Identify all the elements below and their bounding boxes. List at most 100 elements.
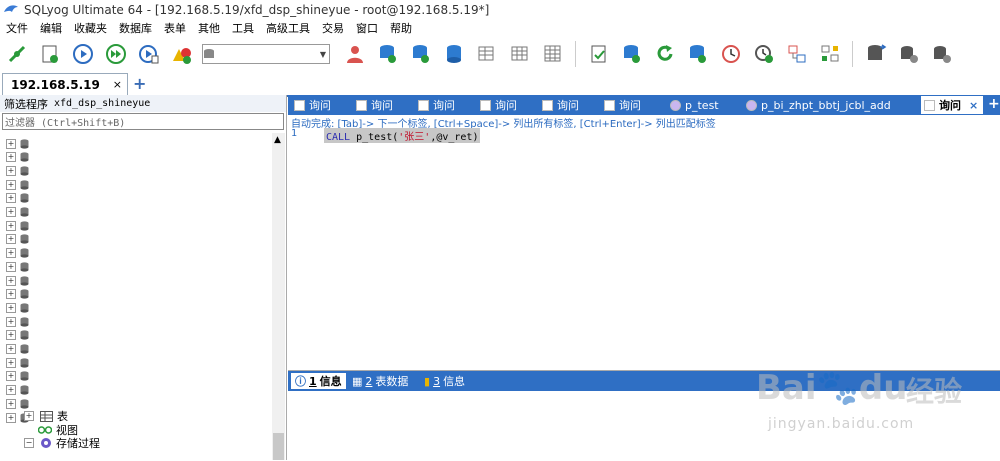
add-query-tab-button[interactable]: + [988,96,1000,112]
new-query-icon[interactable] [39,43,61,65]
menu-tools[interactable]: 工具 [226,20,260,36]
tree-database-row[interactable]: + [6,233,29,246]
tab-messages-1[interactable]: ⓘ 1 信息 [291,373,346,389]
close-icon[interactable]: × [969,99,978,112]
expand-icon[interactable]: + [6,248,16,259]
code-line[interactable]: CALL p_test('张三',@v_ret) [324,128,481,143]
tab-query[interactable]: 询问 [542,95,579,115]
tree-database-row[interactable]: + [6,247,29,260]
table-schema-icon[interactable] [476,43,498,65]
expand-icon[interactable]: + [6,207,16,217]
database-import-icon[interactable] [865,43,887,65]
expand-icon[interactable]: + [6,220,16,231]
expand-icon[interactable]: + [6,138,16,149]
expand-icon[interactable]: + [6,289,16,300]
expand-icon[interactable]: + [6,261,16,272]
menu-other[interactable]: 其他 [192,20,226,36]
refresh-icon[interactable] [654,43,676,65]
connection-tab[interactable]: 192.168.5.19 × [2,73,128,95]
menu-window[interactable]: 窗口 [350,20,384,36]
tree-database-row[interactable]: + [6,370,29,383]
expand-icon[interactable]: + [6,385,16,396]
tree-database-row[interactable]: + [6,219,29,232]
tree-database-row[interactable]: + [6,329,29,342]
database-stack-icon[interactable] [443,43,465,65]
tree-database-row[interactable]: + [6,301,29,314]
backup-database-icon[interactable] [410,43,432,65]
tree-database-row[interactable]: + [6,356,29,369]
tab-table-data[interactable]: ▦ 2 表数据 [352,373,408,389]
tree-node-tables[interactable]: + 表 [24,409,68,423]
expand-icon[interactable]: + [6,371,16,382]
user-manager-icon[interactable] [344,43,366,65]
menu-table[interactable]: 表单 [158,20,192,36]
expand-icon[interactable]: + [6,179,16,190]
expand-icon[interactable]: + [6,165,16,176]
close-icon[interactable]: × [113,78,122,91]
tree-scrollbar[interactable]: ▲ [272,133,285,460]
tab-query[interactable]: 询问 [418,95,455,115]
schema-shapes-icon[interactable] [171,43,193,65]
expand-icon[interactable]: + [6,234,16,245]
database-compare-icon[interactable] [898,43,920,65]
table-data-icon[interactable] [542,43,564,65]
tab-procedure-bbtj[interactable]: p_bi_zhpt_bbtj_jcbl_add [746,95,891,115]
menu-favorites[interactable]: 收藏夹 [68,20,113,36]
tab-messages-3[interactable]: ▮ 3 信息 [424,373,465,389]
schema-designer-icon[interactable] [786,43,808,65]
expand-icon[interactable]: + [6,152,16,163]
tab-query[interactable]: 询问 [480,95,517,115]
tree-database-row[interactable]: + [6,151,29,164]
expand-icon[interactable]: + [6,275,16,286]
import-database-icon[interactable] [687,43,709,65]
expand-icon[interactable]: + [6,357,16,368]
collapse-icon[interactable]: − [24,438,34,448]
query-builder-icon[interactable] [819,43,841,65]
tree-database-row[interactable]: + [6,315,29,328]
menu-file[interactable]: 文件 [0,20,34,36]
menu-advanced-tools[interactable]: 高级工具 [260,20,316,36]
query-editor[interactable]: 自动完成: [Tab]-> 下一个标签, [Ctrl+Space]-> 列出所有… [288,115,1000,370]
expand-icon[interactable]: + [6,330,16,341]
scroll-up-icon[interactable]: ▲ [274,135,281,145]
expand-icon[interactable]: + [6,316,16,327]
menu-database[interactable]: 数据库 [113,20,158,36]
sync-database-icon[interactable] [621,43,643,65]
tree-database-row[interactable]: + [6,288,29,301]
menu-edit[interactable]: 编辑 [34,20,68,36]
tab-query[interactable]: 询问 [604,95,641,115]
schedule-add-icon[interactable] [753,43,775,65]
expand-icon[interactable]: + [6,398,16,409]
table-grid-icon[interactable] [509,43,531,65]
expand-icon[interactable]: + [6,302,16,313]
expand-icon[interactable]: + [6,344,16,354]
connect-icon[interactable] [6,43,28,65]
database-select[interactable]: ▼ [202,44,330,64]
schedule-clock-icon[interactable] [720,43,742,65]
add-connection-button[interactable]: + [133,74,146,93]
execute-icon[interactable] [72,43,94,65]
expand-icon[interactable]: + [6,412,16,423]
tree-database-row[interactable]: + [6,206,29,219]
filter-input[interactable]: 过滤器 (Ctrl+Shift+B) [2,113,284,130]
tree-database-row[interactable]: + [6,260,29,273]
tree-database-row[interactable]: + [6,164,29,177]
expand-icon[interactable]: + [24,411,34,421]
database-tools-icon[interactable] [931,43,953,65]
document-check-icon[interactable] [588,43,610,65]
tab-query-active[interactable]: 询问 × [920,95,984,115]
tree-node-procedures[interactable]: − 存储过程 [24,436,100,450]
tab-query[interactable]: 询问 [356,95,393,115]
tab-procedure-p-test[interactable]: p_test [670,95,719,115]
execute-all-icon[interactable] [105,43,127,65]
execute-edit-icon[interactable] [138,43,160,65]
tab-query[interactable]: 询问 [294,95,331,115]
expand-icon[interactable]: + [6,193,16,204]
tree-database-row[interactable]: + [6,137,29,150]
tree-database-row[interactable]: + [6,192,29,205]
tree-database-row[interactable]: + [6,343,29,356]
menu-transaction[interactable]: 交易 [316,20,350,36]
tree-database-row[interactable]: + [6,274,29,287]
tree-database-row[interactable]: + [6,384,29,397]
scroll-thumb[interactable] [273,433,284,460]
